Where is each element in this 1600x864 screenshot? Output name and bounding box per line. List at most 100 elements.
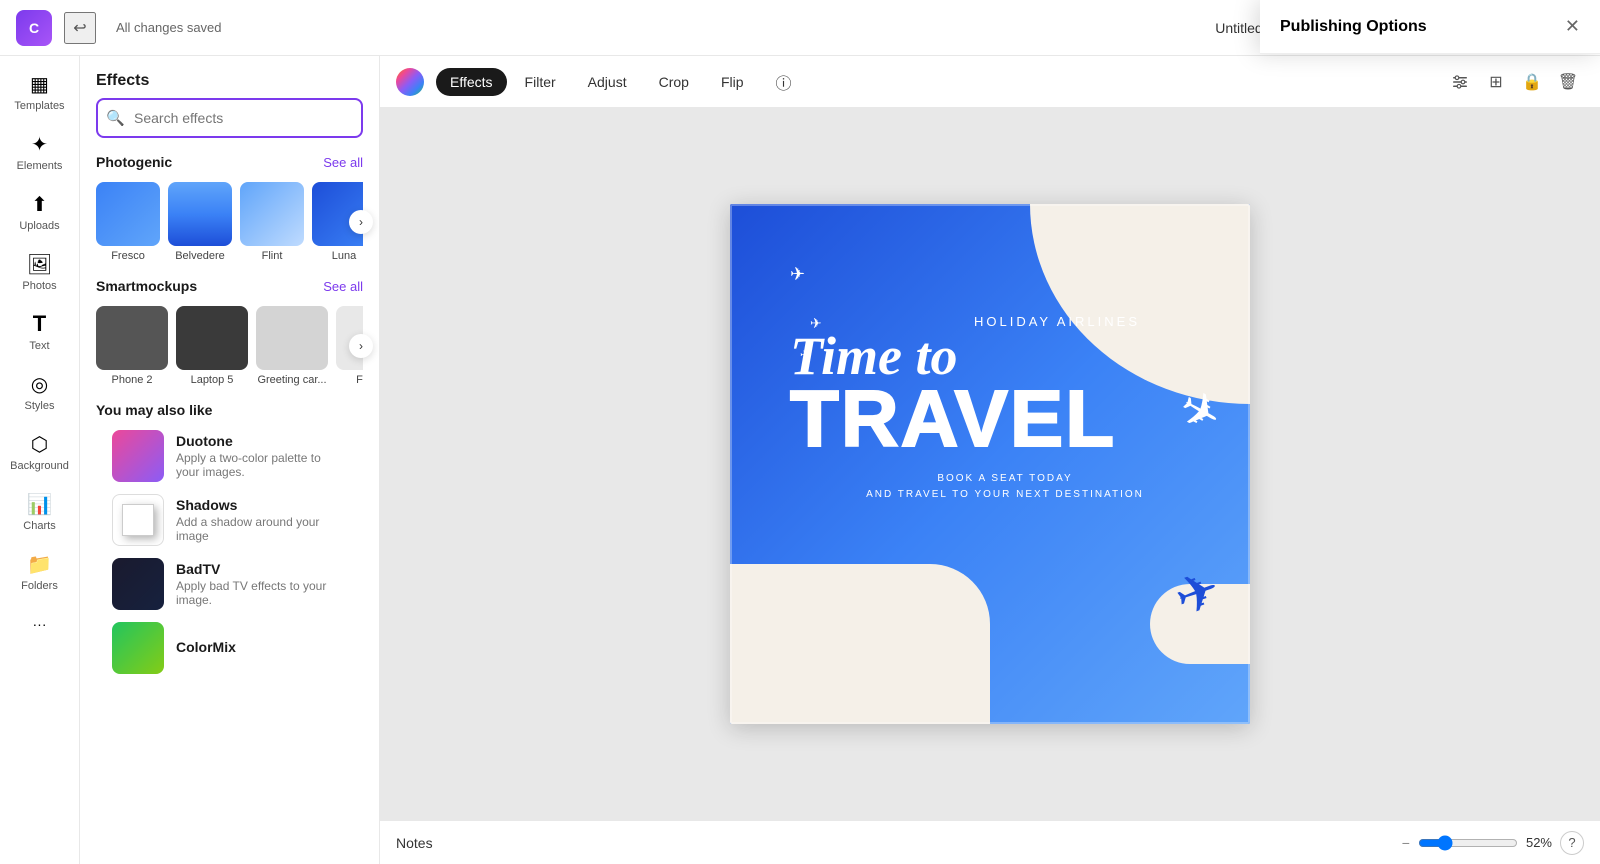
tab-filter[interactable]: Filter: [511, 68, 570, 96]
smartmockups-grid: Phone 2 Laptop 5 Greeting car...: [96, 306, 363, 386]
publishing-modal-close[interactable]: ✕: [1565, 16, 1580, 37]
charts-icon: 📊: [28, 492, 52, 516]
help-button[interactable]: ?: [1560, 831, 1584, 855]
sidebar-item-folders[interactable]: 📁 Folders: [5, 544, 75, 600]
belvedere-thumb: [168, 182, 232, 246]
photogenic-next-arrow[interactable]: ›: [349, 210, 373, 234]
sidebar-item-templates[interactable]: ▦ Templates: [5, 64, 75, 120]
photogenic-see-all[interactable]: See all: [323, 155, 363, 170]
grid-icon-btn[interactable]: ⊞: [1480, 66, 1512, 98]
shadows-info: Shadows Add a shadow around your image: [176, 497, 347, 543]
tab-flip[interactable]: Flip: [707, 68, 758, 96]
photogenic-grid: Fresco Belvedere Flint: [96, 182, 363, 262]
sidebar-item-text[interactable]: T Text: [5, 304, 75, 360]
greeting-label: Greeting car...: [257, 374, 326, 386]
sidebar-item-elements[interactable]: ✦ Elements: [5, 124, 75, 180]
greeting-thumb: [256, 306, 328, 370]
suggest-colormix[interactable]: ColorMix: [112, 622, 347, 674]
colormix-info: ColorMix: [176, 639, 347, 657]
zoom-slider[interactable]: [1418, 835, 1518, 851]
panel-scroll: Photogenic See all Fresco Belvedere: [80, 154, 379, 864]
canvas-travel-text: TRAVEL: [790, 383, 1220, 455]
shadows-name: Shadows: [176, 497, 347, 513]
canvas-area: ✈ ✈ ✈ HOLIDAY AIRLINES Time to TRAVEL BO…: [380, 108, 1600, 820]
logo-text: C: [29, 20, 39, 36]
tab-adjust[interactable]: Adjust: [574, 68, 641, 96]
canva-logo: C: [16, 10, 52, 46]
canvas-cloud-bottom-left: [730, 564, 990, 724]
duotone-desc: Apply a two-color palette to your images…: [176, 451, 347, 479]
badtv-desc: Apply bad TV effects to your image.: [176, 579, 347, 607]
zoom-percentage: 52%: [1526, 835, 1552, 850]
elements-icon: ✦: [28, 132, 52, 156]
laptop5-label: Laptop 5: [191, 374, 234, 386]
fresco-thumb: [96, 182, 160, 246]
publishing-modal: Publishing Options ✕: [1260, 0, 1600, 54]
sidebar-item-charts[interactable]: 📊 Charts: [5, 484, 75, 540]
templates-icon: ▦: [28, 72, 52, 96]
effect-fresco[interactable]: Fresco: [96, 182, 160, 262]
sidebar-item-styles[interactable]: ◎ Styles: [5, 364, 75, 420]
far-left-sidebar: ▦ Templates ✦ Elements ⬆ Uploads 🖼 Photo…: [0, 56, 80, 864]
background-icon: ⬡: [28, 432, 52, 456]
delete-icon-btn[interactable]: 🗑: [1552, 66, 1584, 98]
effect-flint[interactable]: Flint: [240, 182, 304, 262]
main-content: ▦ Templates ✦ Elements ⬆ Uploads 🖼 Photo…: [0, 56, 1600, 864]
belvedere-label: Belvedere: [175, 250, 225, 262]
mock-laptop5[interactable]: Laptop 5: [176, 306, 248, 386]
sidebar-label-templates: Templates: [14, 100, 64, 112]
panel-title: Effects: [80, 56, 379, 98]
zoom-controls: − 52% ?: [1402, 831, 1584, 855]
publishing-modal-title: Publishing Options: [1280, 18, 1427, 36]
zoom-minus-icon: −: [1402, 835, 1410, 851]
colormix-name: ColorMix: [176, 639, 347, 655]
more-icon: ···: [28, 612, 52, 636]
publishing-modal-header: Publishing Options ✕: [1260, 0, 1600, 54]
badtv-info: BadTV Apply bad TV effects to your image…: [176, 561, 347, 607]
smartmockups-see-all[interactable]: See all: [323, 279, 363, 294]
sidebar-item-photos[interactable]: 🖼 Photos: [5, 244, 75, 300]
canvas-text-block: HOLIDAY AIRLINES Time to TRAVEL BOOK A S…: [790, 314, 1220, 503]
suggest-shadows[interactable]: Shadows Add a shadow around your image: [112, 494, 347, 546]
shadows-desc: Add a shadow around your image: [176, 515, 347, 543]
notes-bar: Notes − 52% ?: [380, 820, 1600, 864]
notes-label: Notes: [396, 835, 433, 851]
sidebar-item-background[interactable]: ⬡ Background: [5, 424, 75, 480]
suggestions-header: You may also like: [96, 402, 363, 418]
suggest-duotone[interactable]: Duotone Apply a two-color palette to you…: [112, 430, 347, 482]
suggest-badtv[interactable]: BadTV Apply bad TV effects to your image…: [112, 558, 347, 610]
colormix-thumb: [112, 622, 164, 674]
sidebar-label-text: Text: [29, 340, 49, 352]
tab-info[interactable]: ⓘ: [762, 64, 806, 100]
search-box: 🔍: [96, 98, 363, 138]
search-icon: 🔍: [106, 109, 125, 127]
lock-icon-btn[interactable]: 🔒: [1516, 66, 1548, 98]
filter-icon-btn[interactable]: [1444, 66, 1476, 98]
mock-phone2[interactable]: Phone 2: [96, 306, 168, 386]
tab-effects[interactable]: Effects: [436, 68, 507, 96]
shadows-thumb: [112, 494, 164, 546]
suggestions-section: You may also like Duotone Apply a two-co…: [80, 402, 379, 674]
flint-label: Flint: [262, 250, 283, 262]
mock-greeting[interactable]: Greeting car...: [256, 306, 328, 386]
sidebar-item-uploads[interactable]: ⬆ Uploads: [5, 184, 75, 240]
sidebar-label-charts: Charts: [23, 520, 55, 532]
sidebar-label-styles: Styles: [25, 400, 55, 412]
undo-button[interactable]: ↩: [64, 12, 96, 44]
design-canvas[interactable]: ✈ ✈ ✈ HOLIDAY AIRLINES Time to TRAVEL BO…: [730, 204, 1250, 724]
smartmockups-next-arrow[interactable]: ›: [349, 334, 373, 358]
suggest-list: Duotone Apply a two-color palette to you…: [96, 430, 363, 674]
badtv-name: BadTV: [176, 561, 347, 577]
sidebar-item-more[interactable]: ···: [5, 604, 75, 644]
tab-crop[interactable]: Crop: [645, 68, 703, 96]
suggestions-title: You may also like: [96, 402, 212, 418]
effect-belvedere[interactable]: Belvedere: [168, 182, 232, 262]
search-input[interactable]: [96, 98, 363, 138]
styles-icon: ◎: [28, 372, 52, 396]
color-picker[interactable]: [396, 68, 424, 96]
flint-thumb: [240, 182, 304, 246]
photos-icon: 🖼: [28, 252, 52, 276]
fresco-label: Fresco: [111, 250, 145, 262]
duotone-info: Duotone Apply a two-color palette to you…: [176, 433, 347, 479]
phone2-thumb: [96, 306, 168, 370]
